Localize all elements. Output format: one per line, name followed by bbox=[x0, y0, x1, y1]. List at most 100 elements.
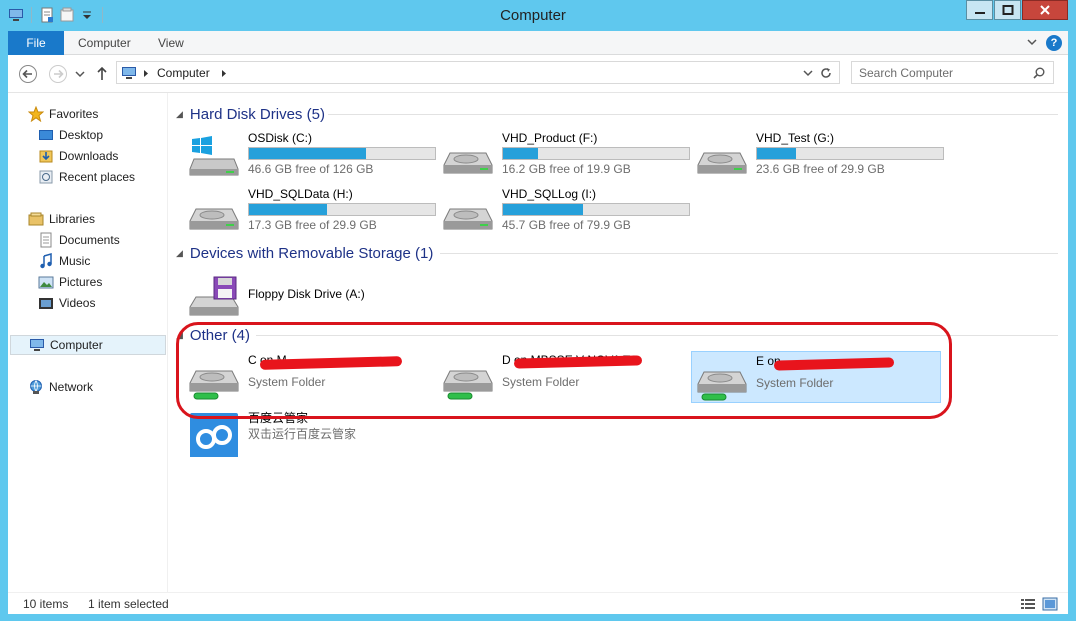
group-header-hard-disk-drives[interactable]: ◢ Hard Disk Drives (5) bbox=[176, 104, 325, 124]
desktop-icon bbox=[38, 127, 54, 143]
drive-usage-fill bbox=[249, 204, 328, 215]
nav-music[interactable]: Music bbox=[38, 251, 90, 271]
drive-tile[interactable]: VHD_Test (G:) 23.6 GB free of 29.9 GB bbox=[692, 129, 944, 181]
minimize-button[interactable] bbox=[966, 0, 993, 20]
drive-free-space: 17.3 GB free of 29.9 GB bbox=[248, 218, 377, 232]
drive-name: VHD_Test (G:) bbox=[756, 131, 835, 145]
back-button[interactable] bbox=[18, 64, 38, 84]
hard-drive-icon bbox=[189, 208, 239, 230]
refresh-icon[interactable] bbox=[819, 66, 833, 80]
nav-label: Network bbox=[49, 380, 94, 394]
floppy-drive-tile[interactable]: Floppy Disk Drive (A:) bbox=[184, 269, 434, 321]
nav-libraries[interactable]: Libraries bbox=[28, 209, 95, 229]
drive-tile[interactable]: VHD_SQLData (H:) 17.3 GB free of 29.9 GB bbox=[184, 185, 436, 237]
drive-free-space: 45.7 GB free of 79.9 GB bbox=[502, 218, 631, 232]
nav-computer[interactable]: Computer bbox=[10, 335, 166, 355]
forward-arrow-icon bbox=[49, 65, 67, 83]
search-box[interactable] bbox=[851, 61, 1054, 84]
details-view-icon[interactable] bbox=[1020, 596, 1036, 612]
chevron-right-icon[interactable] bbox=[221, 69, 227, 78]
drive-tile[interactable]: VHD_Product (F:) 16.2 GB free of 19.9 GB bbox=[438, 129, 690, 181]
help-icon[interactable]: ? bbox=[1046, 35, 1062, 51]
item-count: 10 items bbox=[23, 597, 69, 611]
hard-drive-icon bbox=[443, 208, 493, 230]
tab-file[interactable]: File bbox=[8, 31, 64, 55]
search-icon[interactable] bbox=[1033, 67, 1045, 79]
up-button[interactable] bbox=[94, 64, 114, 84]
maximize-button[interactable] bbox=[994, 0, 1021, 20]
forward-button[interactable] bbox=[48, 64, 68, 84]
status-bar: 10 items 1 item selected bbox=[8, 592, 1068, 614]
nav-label: Videos bbox=[59, 296, 96, 310]
group-title: Hard Disk Drives (5) bbox=[189, 105, 325, 123]
drive-usage-fill bbox=[503, 148, 539, 159]
nav-pictures[interactable]: Pictures bbox=[38, 272, 102, 292]
drive-name: VHD_SQLLog (I:) bbox=[502, 187, 597, 201]
drive-free-space: 46.6 GB free of 126 GB bbox=[248, 162, 374, 176]
navigation-bar: Computer bbox=[8, 55, 1068, 93]
nav-network[interactable]: Network bbox=[28, 377, 93, 397]
nav-documents[interactable]: Documents bbox=[38, 230, 120, 250]
downloads-icon bbox=[38, 148, 54, 164]
maximize-icon bbox=[1002, 5, 1013, 15]
window-controls bbox=[965, 0, 1068, 20]
address-bar[interactable]: Computer bbox=[116, 61, 840, 84]
pictures-icon bbox=[38, 274, 54, 290]
network-icon bbox=[28, 379, 44, 395]
drive-free-space: 16.2 GB free of 19.9 GB bbox=[502, 162, 631, 176]
computer-icon bbox=[29, 337, 45, 353]
large-icons-view-icon[interactable] bbox=[1042, 596, 1058, 612]
tab-view[interactable]: View bbox=[158, 31, 184, 55]
nav-label: Favorites bbox=[49, 107, 99, 121]
tab-computer[interactable]: Computer bbox=[78, 31, 131, 55]
drive-usage-bar bbox=[502, 147, 690, 160]
star-icon bbox=[27, 105, 45, 123]
libraries-icon bbox=[28, 211, 44, 227]
hard-drive-icon bbox=[443, 152, 493, 174]
address-path[interactable]: Computer bbox=[157, 66, 210, 80]
program-description: 双击运行百度云管家 bbox=[248, 427, 357, 441]
group-header-removable-storage[interactable]: ◢ Devices with Removable Storage (1) bbox=[176, 243, 433, 263]
drive-name: VHD_Product (F:) bbox=[502, 131, 598, 145]
videos-icon bbox=[38, 295, 54, 311]
drive-name: VHD_SQLData (H:) bbox=[248, 187, 353, 201]
computer-icon bbox=[122, 67, 136, 79]
chevron-right-icon[interactable] bbox=[143, 69, 149, 78]
back-arrow-icon bbox=[19, 65, 37, 83]
baidu-cloud-icon bbox=[190, 413, 238, 457]
nav-downloads[interactable]: Downloads bbox=[38, 146, 118, 166]
search-input[interactable] bbox=[859, 63, 1029, 83]
nav-label: Pictures bbox=[59, 275, 103, 289]
annotation-highlight bbox=[176, 322, 952, 419]
hard-drive-icon bbox=[697, 152, 747, 174]
explorer-window: Computer File Computer View ? Computer S… bbox=[0, 0, 1076, 621]
drive-usage-bar bbox=[248, 147, 436, 160]
nav-label: Desktop bbox=[59, 128, 104, 142]
close-button[interactable] bbox=[1022, 0, 1068, 20]
group-title: Devices with Removable Storage (1) bbox=[189, 244, 434, 262]
nav-label: Music bbox=[59, 254, 91, 268]
nav-videos[interactable]: Videos bbox=[38, 293, 95, 313]
drive-tile[interactable]: VHD_SQLLog (I:) 45.7 GB free of 79.9 GB bbox=[438, 185, 690, 237]
close-icon bbox=[1040, 5, 1050, 15]
nav-label: Recent places bbox=[59, 170, 136, 184]
drive-usage-fill bbox=[503, 204, 583, 215]
nav-desktop[interactable]: Desktop bbox=[38, 125, 103, 145]
chevron-down-icon[interactable] bbox=[803, 68, 813, 78]
drive-tile[interactable]: OSDisk (C:) 46.6 GB free of 126 GB bbox=[184, 129, 436, 181]
group-divider bbox=[328, 114, 1058, 115]
chevron-down-icon bbox=[75, 71, 85, 78]
drive-usage-bar bbox=[756, 147, 944, 160]
recent-locations-button[interactable] bbox=[74, 64, 94, 84]
group-divider bbox=[440, 253, 1058, 254]
navigation-pane: Favorites Desktop Downloads Recent place… bbox=[8, 93, 168, 592]
selection-count: 1 item selected bbox=[88, 597, 169, 611]
nav-label: Downloads bbox=[59, 149, 119, 163]
minimize-icon bbox=[974, 12, 985, 14]
window-title: Computer bbox=[500, 7, 566, 24]
nav-favorites[interactable]: Favorites bbox=[27, 104, 99, 124]
nav-recent-places[interactable]: Recent places bbox=[38, 167, 135, 187]
drive-usage-fill bbox=[249, 148, 367, 159]
expand-ribbon-icon[interactable] bbox=[1026, 36, 1038, 50]
drive-free-space: 23.6 GB free of 29.9 GB bbox=[756, 162, 885, 176]
